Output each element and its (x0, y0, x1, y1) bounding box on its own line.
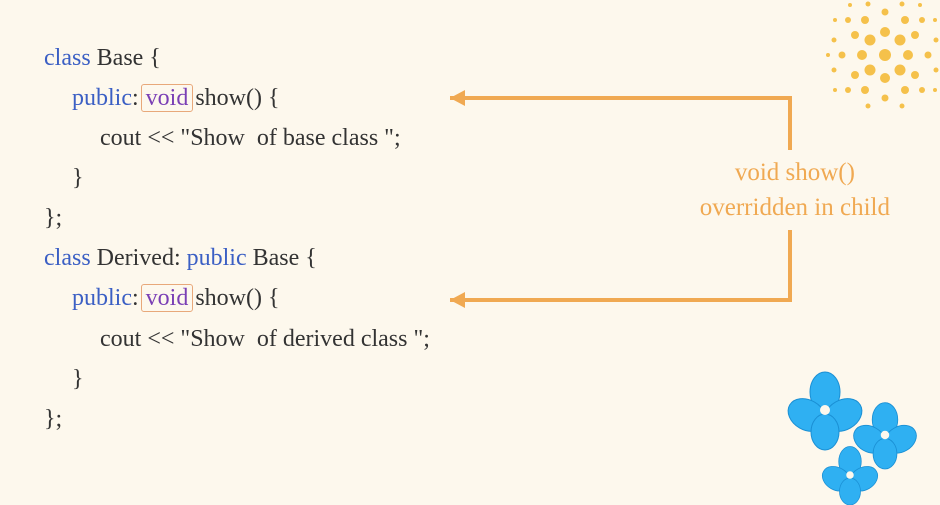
code-line-2: public: void show() { (44, 78, 430, 118)
code-line-10: }; (44, 399, 430, 439)
annotation-label: void show() overridden in child (700, 155, 890, 225)
code-text: Derived: (91, 245, 187, 271)
fn-sig: show() { (189, 285, 279, 311)
code-block: class Base { public: void show() { cout … (44, 38, 430, 439)
code-line-9: } (44, 359, 430, 399)
keyword-public: public (72, 85, 132, 111)
code-text: Base { (247, 245, 317, 271)
decoration-dots-icon (820, 0, 940, 120)
boxed-signature-derived: void (141, 284, 194, 312)
annotation-line-2: overridden in child (700, 190, 890, 225)
fn-sig: show() { (189, 85, 279, 111)
keyword-public: public (187, 245, 247, 271)
code-line-1: class Base { (44, 38, 430, 78)
keyword-void: void (146, 85, 189, 111)
code-line-4: } (44, 158, 430, 198)
code-line-3: cout << "Show of base class "; (44, 118, 430, 158)
code-line-6: class Derived: public Base { (44, 238, 430, 278)
code-line-7: public: void show() { (44, 278, 430, 318)
code-text: Base { (91, 45, 161, 71)
keyword-public: public (72, 285, 132, 311)
code-line-5: }; (44, 198, 430, 238)
keyword-void: void (146, 285, 189, 311)
boxed-signature-base: void (141, 84, 194, 112)
keyword-class: class (44, 45, 91, 71)
decoration-flowers-icon (780, 365, 930, 505)
keyword-class: class (44, 245, 91, 271)
annotation-line-1: void show() (700, 155, 890, 190)
code-line-8: cout << "Show of derived class "; (44, 319, 430, 359)
